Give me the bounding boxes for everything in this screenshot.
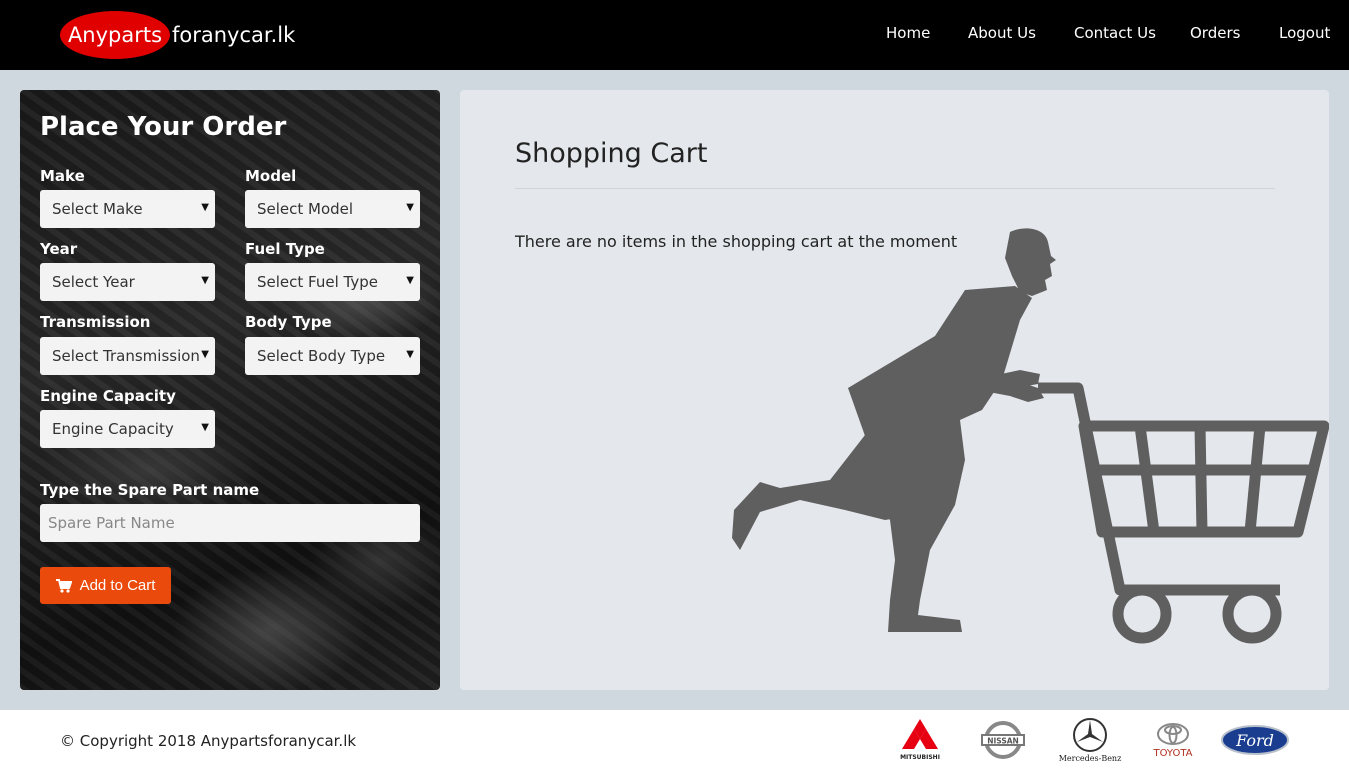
copyright-text: © Copyright 2018 Anypartsforanycar.lk bbox=[60, 732, 357, 750]
order-form-title: Place Your Order bbox=[40, 112, 287, 142]
nav-orders[interactable]: Orders bbox=[1190, 24, 1240, 42]
mitsubishi-logo: MITSUBISHI bbox=[898, 715, 942, 765]
mercedes-logo: Mercedes-Benz bbox=[1058, 715, 1122, 765]
engine-capacity-select-value: Engine Capacity bbox=[52, 420, 174, 438]
fuel-type-select[interactable]: Select Fuel Type ▼ bbox=[245, 263, 420, 301]
year-select[interactable]: Select Year ▼ bbox=[40, 263, 215, 301]
make-select[interactable]: Select Make ▼ bbox=[40, 190, 215, 228]
caret-down-icon: ▼ bbox=[201, 422, 209, 433]
nissan-logo: NISSAN bbox=[980, 715, 1026, 765]
caret-down-icon: ▼ bbox=[201, 349, 209, 360]
shopping-cart-panel: Shopping Cart There are no items in the … bbox=[460, 90, 1329, 690]
year-label: Year bbox=[40, 240, 78, 258]
caret-down-icon: ▼ bbox=[406, 202, 414, 213]
ford-oval-icon: Ford bbox=[1221, 725, 1289, 755]
transmission-label: Transmission bbox=[40, 313, 151, 331]
caret-down-icon: ▼ bbox=[201, 275, 209, 286]
ford-caption: Ford bbox=[1235, 731, 1274, 750]
nissan-badge-icon: NISSAN bbox=[981, 721, 1025, 759]
fuel-type-label: Fuel Type bbox=[245, 240, 325, 258]
ford-logo: Ford bbox=[1220, 715, 1290, 765]
nav-about-us[interactable]: About Us bbox=[968, 24, 1036, 42]
model-select[interactable]: Select Model ▼ bbox=[245, 190, 420, 228]
transmission-select[interactable]: Select Transmission ▼ bbox=[40, 337, 215, 375]
toyota-logo: TOYOTA bbox=[1146, 715, 1200, 765]
year-select-value: Select Year bbox=[52, 273, 135, 291]
caret-down-icon: ▼ bbox=[406, 275, 414, 286]
mitsubishi-caption: MITSUBISHI bbox=[900, 754, 940, 761]
nav-contact-us[interactable]: Contact Us bbox=[1074, 24, 1156, 42]
footer: © Copyright 2018 Anypartsforanycar.lk MI… bbox=[0, 710, 1349, 770]
brand-logo[interactable]: Anyparts foranycar.lk bbox=[60, 10, 295, 60]
mercedes-caption: Mercedes-Benz bbox=[1058, 754, 1122, 763]
body-type-label: Body Type bbox=[245, 313, 332, 331]
cart-title: Shopping Cart bbox=[515, 138, 708, 169]
add-to-cart-label: Add to Cart bbox=[79, 577, 156, 594]
shopping-cart-icon bbox=[55, 578, 72, 593]
toyota-caption: TOYOTA bbox=[1153, 748, 1193, 759]
make-select-value: Select Make bbox=[52, 200, 143, 218]
man-pushing-cart-illustration bbox=[732, 228, 1329, 644]
spare-part-label: Type the Spare Part name bbox=[40, 481, 260, 499]
model-select-value: Select Model bbox=[257, 200, 354, 218]
engine-capacity-label: Engine Capacity bbox=[40, 387, 176, 405]
mitsubishi-diamonds-icon bbox=[902, 719, 938, 749]
body-type-select-value: Select Body Type bbox=[257, 347, 386, 365]
transmission-select-value: Select Transmission bbox=[52, 347, 200, 365]
nav-home[interactable]: Home bbox=[886, 24, 930, 42]
brand-highlight: Anyparts bbox=[60, 11, 170, 59]
make-label: Make bbox=[40, 167, 85, 185]
toyota-emblem-icon bbox=[1157, 723, 1189, 745]
spare-part-input[interactable] bbox=[40, 504, 420, 542]
fuel-type-select-value: Select Fuel Type bbox=[257, 273, 378, 291]
svg-text:NISSAN: NISSAN bbox=[987, 737, 1019, 746]
brand-text: foranycar.lk bbox=[172, 23, 296, 47]
nav-logout[interactable]: Logout bbox=[1279, 24, 1330, 42]
model-label: Model bbox=[245, 167, 297, 185]
body-type-select[interactable]: Select Body Type ▼ bbox=[245, 337, 420, 375]
navbar: Anyparts foranycar.lk Home About Us Cont… bbox=[0, 0, 1349, 70]
mercedes-star-icon bbox=[1073, 718, 1107, 752]
cart-divider bbox=[515, 188, 1275, 189]
caret-down-icon: ▼ bbox=[406, 349, 414, 360]
engine-capacity-select[interactable]: Engine Capacity ▼ bbox=[40, 410, 215, 448]
caret-down-icon: ▼ bbox=[201, 202, 209, 213]
add-to-cart-button[interactable]: Add to Cart bbox=[40, 567, 171, 604]
order-form-panel: Place Your Order Make Select Make ▼ Mode… bbox=[20, 90, 440, 690]
